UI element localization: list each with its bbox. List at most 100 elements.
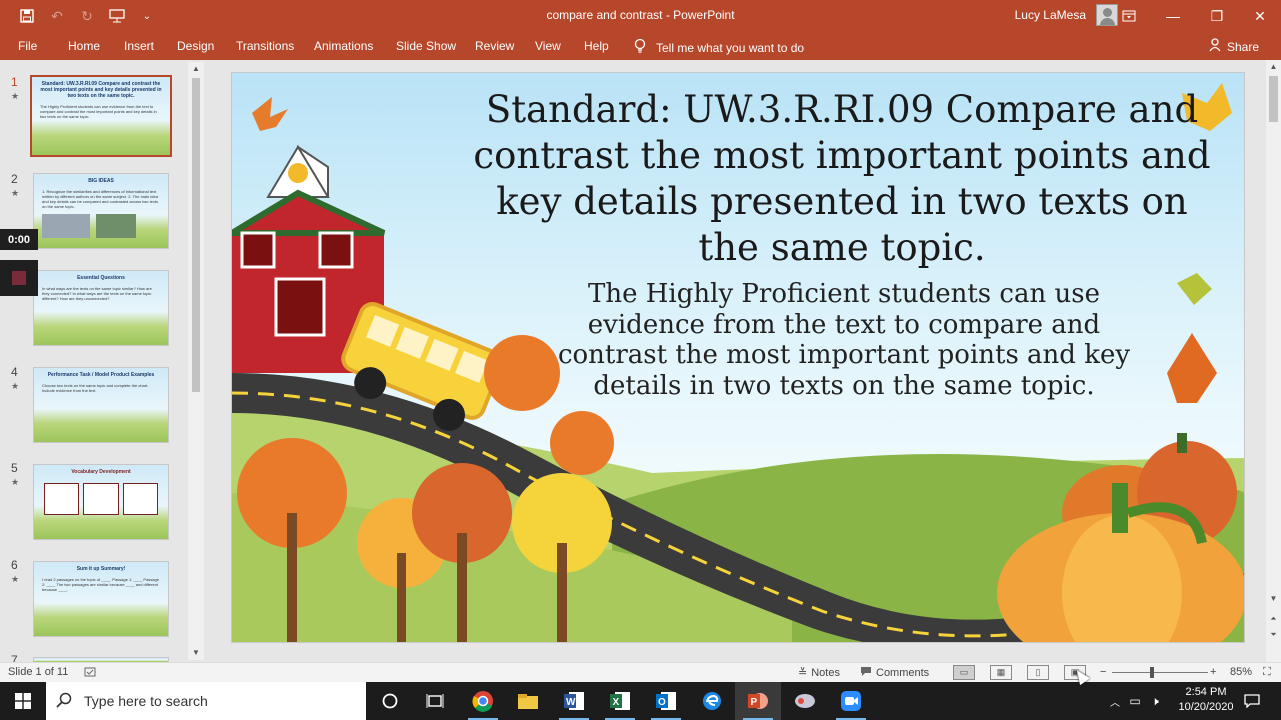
document-title: compare and contrast - PowerPoint [546, 8, 735, 22]
file-explorer-icon[interactable] [505, 682, 551, 720]
tab-home[interactable]: Home [68, 39, 100, 53]
comments-button[interactable]: Comments [860, 666, 929, 680]
slide-thumbnail-2[interactable]: BIG IDEAS 1. Recognize the similarities … [33, 173, 169, 249]
thumbnails-scrollbar[interactable]: ▲ ▼ [188, 62, 204, 660]
scroll-up-icon[interactable]: ▲ [188, 62, 204, 76]
battery-icon[interactable]: ▭ [1124, 694, 1146, 708]
edge-icon[interactable] [689, 682, 735, 720]
slide-body-text[interactable]: The Highly Proficient students can use e… [554, 279, 1134, 401]
animation-star-icon: ★ [11, 574, 20, 584]
zoom-slider[interactable] [1112, 672, 1208, 673]
scroll-up-icon[interactable]: ▲ [1266, 60, 1281, 74]
outlook-icon[interactable]: O [643, 682, 689, 720]
system-tray: ︿ ▭ 🕨 [1106, 682, 1164, 720]
thumbnail-image [96, 214, 136, 238]
taskbar-search[interactable]: Type here to search [46, 682, 366, 720]
comments-label: Comments [876, 667, 930, 679]
tab-review[interactable]: Review [475, 39, 514, 53]
thumbnail-title: Standard: UW.3.R.RI.09 Compare and contr… [40, 81, 162, 99]
thumbnail-title: Performance Task / Model Product Example… [47, 372, 155, 378]
notes-button[interactable]: ≚ Notes [798, 666, 840, 680]
scroll-down-icon[interactable]: ▼ [1266, 592, 1281, 606]
previous-slide-icon[interactable]: ⏶ [1266, 612, 1281, 626]
slide-number: 7 [11, 653, 18, 662]
svg-text:W: W [566, 697, 576, 708]
next-slide-icon[interactable]: ⏷ [1266, 628, 1281, 642]
recording-timer: 0:00 [0, 229, 38, 250]
tab-file[interactable]: File [18, 39, 37, 53]
restore-icon[interactable]: ❐ [1195, 0, 1239, 32]
slide-thumbnail-1[interactable]: Standard: UW.3.R.RI.09 Compare and contr… [30, 75, 172, 157]
snipping-icon[interactable] [782, 682, 828, 720]
slide-number: 6 [11, 558, 18, 572]
slide-thumbnail-6[interactable]: Sum it up Summary! I read 2 passages on … [33, 561, 169, 637]
zoom-icon[interactable] [828, 682, 874, 720]
system-clock[interactable]: 2:54 PM 10/20/2020 [1171, 685, 1241, 715]
zoom-slider-thumb[interactable] [1150, 667, 1154, 678]
slide-thumbnail-5[interactable]: Vocabulary Development [33, 464, 169, 540]
slide-number: 4 [11, 365, 18, 379]
accessibility-icon[interactable] [84, 666, 96, 678]
svg-text:O: O [658, 697, 666, 708]
search-placeholder: Type here to search [84, 693, 208, 709]
chrome-icon[interactable] [460, 682, 506, 720]
slide-thumbnail-4[interactable]: Performance Task / Model Product Example… [33, 367, 169, 443]
animation-star-icon: ★ [11, 188, 20, 198]
user-name[interactable]: Lucy LaMesa [1015, 8, 1086, 22]
current-slide[interactable]: Standard: UW.3.R.RI.09 Compare and contr… [231, 72, 1245, 643]
slide-number: 1 [11, 75, 18, 89]
svg-text:X: X [613, 697, 620, 708]
word-icon[interactable]: W [551, 682, 597, 720]
ribbon-display-options-icon[interactable] [1107, 0, 1151, 32]
slide-scrollbar[interactable]: ▲ ▼ ⏶ ⏷ [1266, 60, 1281, 662]
excel-icon[interactable]: X [597, 682, 643, 720]
svg-text:P: P [751, 697, 758, 708]
powerpoint-icon[interactable]: P [735, 682, 781, 720]
tab-insert[interactable]: Insert [124, 39, 154, 53]
notifications-icon[interactable] [1233, 682, 1271, 720]
windows-start-icon[interactable] [0, 682, 46, 720]
ribbon-tabs: File Home Insert Design Transitions Anim… [0, 32, 1281, 60]
thumbnail-text: In what ways are the texts on the same t… [42, 286, 152, 301]
scrollbar-thumb[interactable] [192, 78, 200, 392]
slide-thumbnails-pane[interactable]: 1 ★ Standard: UW.3.R.RI.09 Compare and c… [0, 60, 206, 662]
zoom-level[interactable]: 85% [1230, 666, 1252, 678]
leaf-illustration [1177, 273, 1212, 305]
zoom-in-icon[interactable]: + [1210, 666, 1216, 678]
task-view-icon[interactable] [412, 682, 458, 720]
tab-design[interactable]: Design [177, 39, 214, 53]
record-button[interactable] [0, 260, 38, 296]
tab-help[interactable]: Help [584, 39, 609, 53]
volume-icon[interactable]: 🕨 [1146, 694, 1164, 709]
show-hidden-icons-icon[interactable]: ︿ [1106, 694, 1124, 709]
slide-editing-area[interactable]: Standard: UW.3.R.RI.09 Compare and contr… [206, 60, 1266, 662]
scrollbar-thumb[interactable] [1269, 76, 1278, 122]
close-icon[interactable]: ✕ [1238, 0, 1281, 32]
reading-view-icon[interactable]: ▯ [1027, 665, 1049, 680]
zoom-out-icon[interactable]: − [1100, 666, 1106, 678]
tab-view[interactable]: View [535, 39, 561, 53]
tell-me-search[interactable]: Tell me what you want to do [634, 38, 804, 57]
tab-animations[interactable]: Animations [314, 39, 373, 53]
thumbnail-title: Essential Questions [77, 275, 125, 281]
slide-number: 5 [11, 461, 18, 475]
thumbnail-image [42, 214, 90, 238]
notes-label: Notes [811, 666, 840, 679]
cortana-icon[interactable] [367, 682, 413, 720]
normal-view-icon[interactable]: ▭ [953, 665, 975, 680]
thumbnail-text: Choose two texts on the same topic and c… [42, 383, 149, 393]
title-bar: ↶ ↻ ⌄ compare and contrast - PowerPoint … [0, 0, 1281, 32]
animation-star-icon: ★ [11, 91, 20, 101]
share-label: Share [1226, 39, 1259, 54]
slide-sorter-view-icon[interactable]: ▦ [990, 665, 1012, 680]
tab-slide-show[interactable]: Slide Show [396, 39, 456, 53]
tab-transitions[interactable]: Transitions [236, 39, 294, 53]
slide-thumbnail-3[interactable]: Essential Questions In what ways are the… [33, 270, 169, 346]
fit-slide-icon[interactable]: ⛶ [1263, 666, 1271, 679]
powerpoint-window: ↶ ↻ ⌄ compare and contrast - PowerPoint … [0, 0, 1281, 720]
share-button[interactable]: Share [1209, 38, 1259, 55]
clock-date: 10/20/2020 [1178, 701, 1234, 713]
minimize-icon[interactable]: — [1151, 0, 1195, 32]
slide-title[interactable]: Standard: UW.3.R.RI.09 Compare and contr… [472, 87, 1212, 271]
scroll-down-icon[interactable]: ▼ [188, 646, 204, 660]
